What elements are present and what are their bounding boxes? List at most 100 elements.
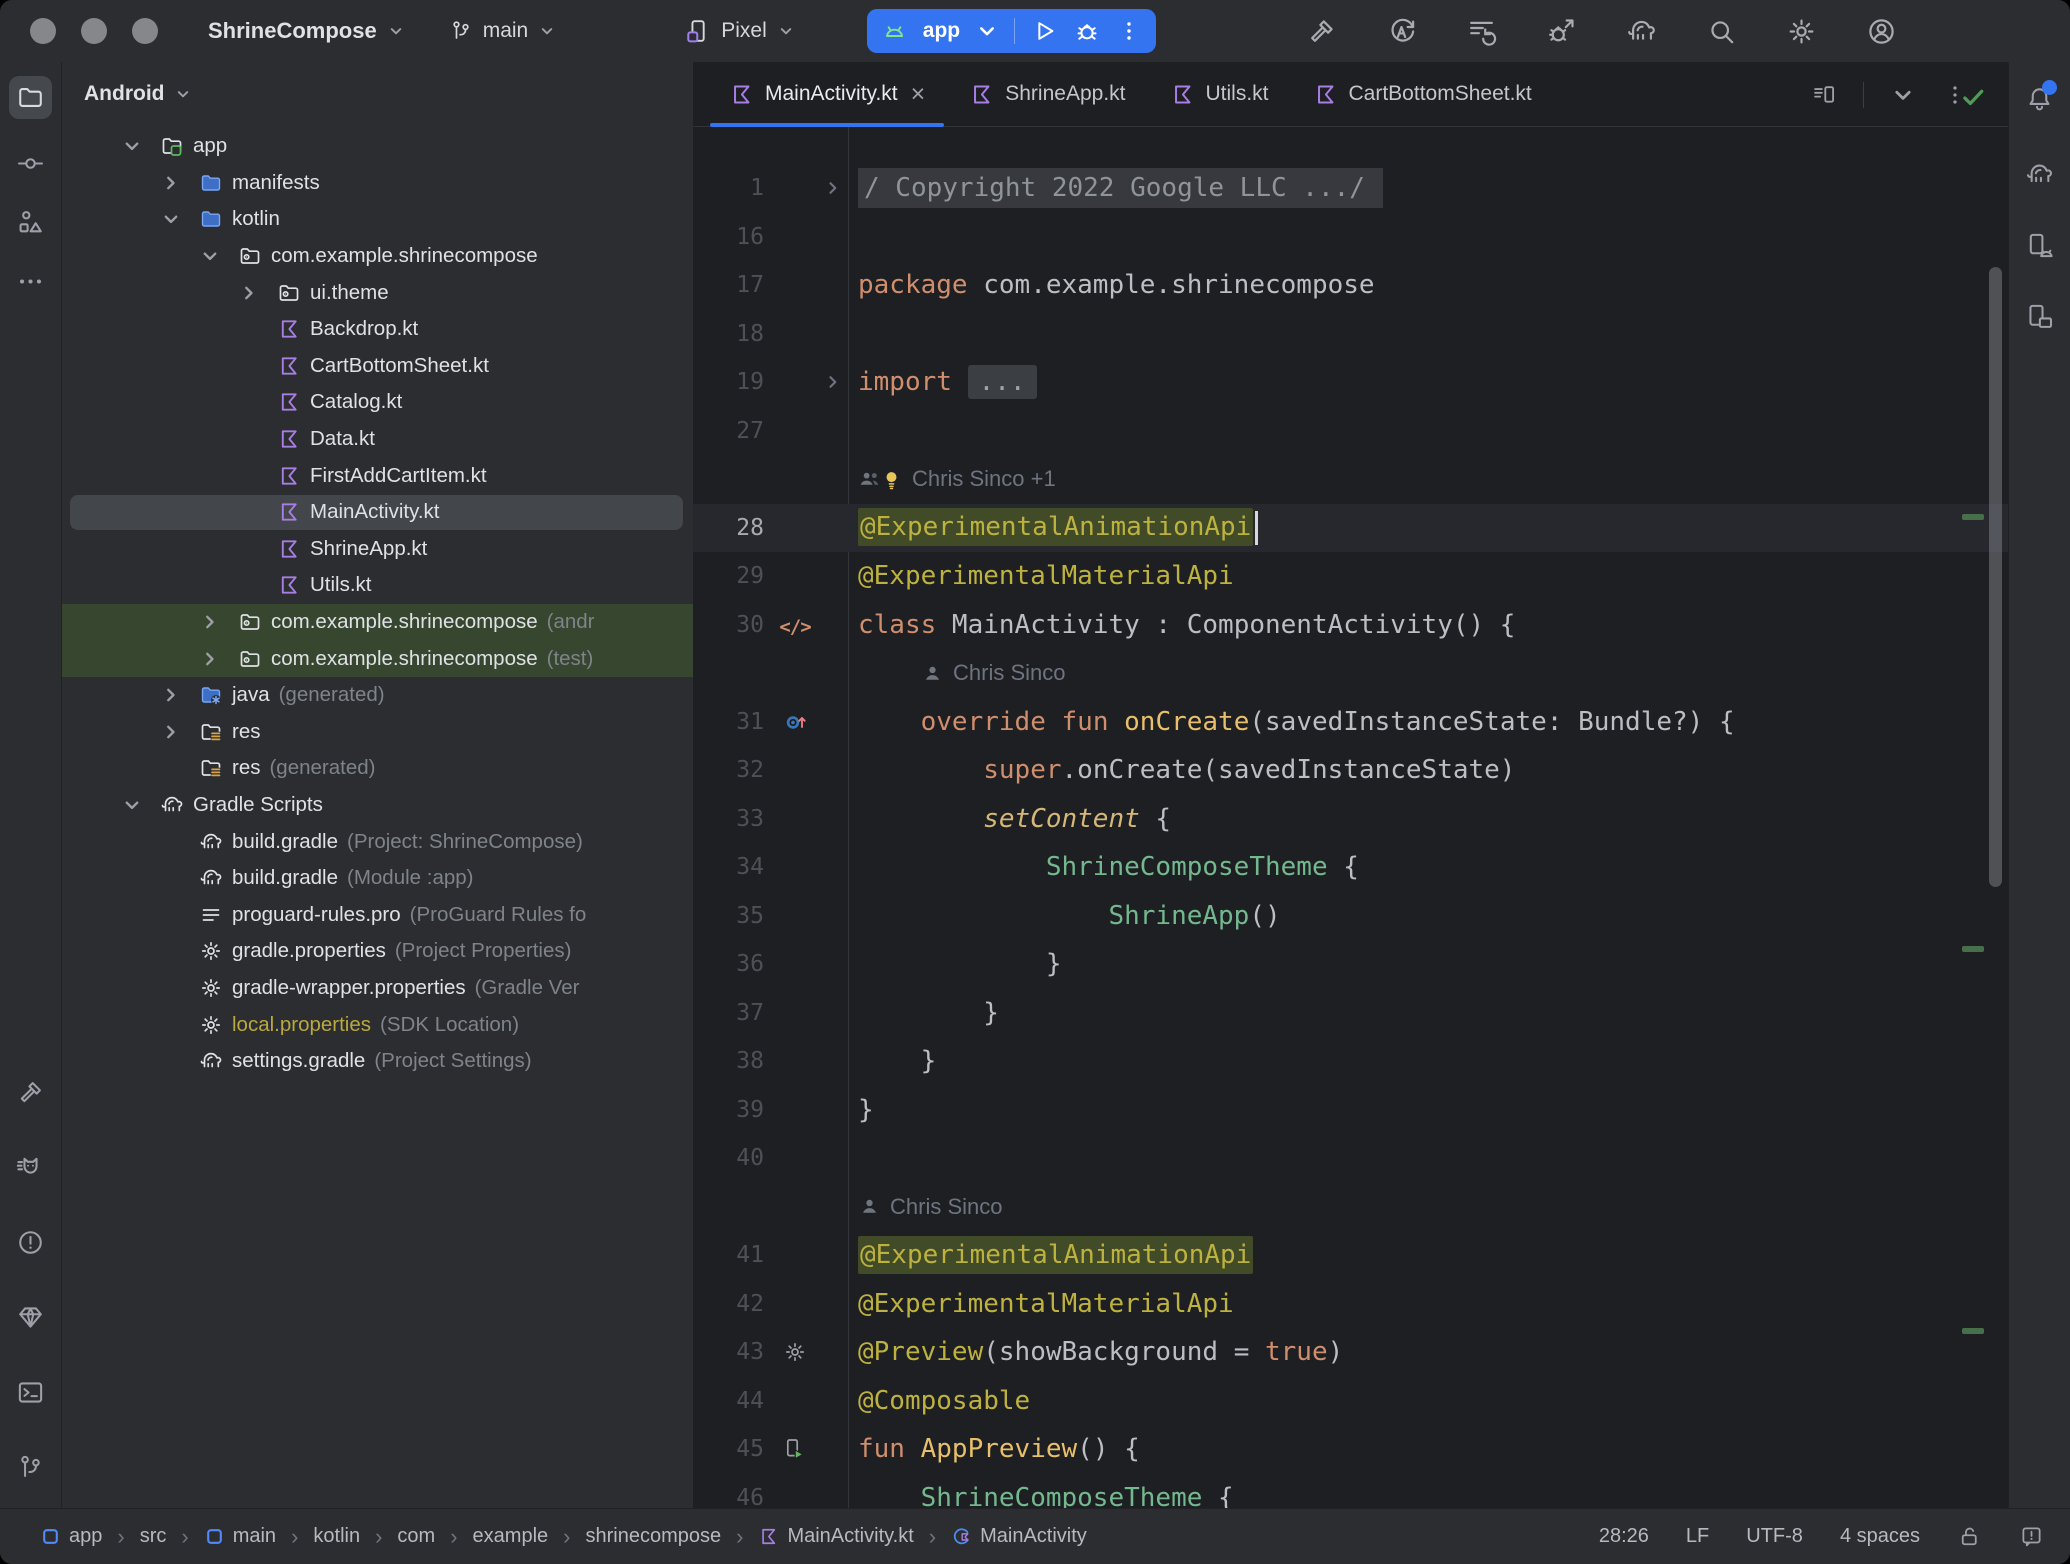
account-icon[interactable]: [1866, 16, 1897, 47]
breadcrumb-item-mainactivity-kt[interactable]: MainActivity.kt: [758, 1525, 913, 1548]
notifications-bell-icon[interactable]: [2025, 84, 2054, 118]
code-tag-icon[interactable]: </>: [779, 610, 810, 640]
line-number[interactable]: 28: [693, 515, 764, 541]
line-number[interactable]: 17: [693, 272, 764, 298]
build-hammer-icon[interactable]: [16, 1078, 45, 1107]
tab-cartbottomsheet-kt[interactable]: CartBottomSheet.kt: [1291, 62, 1554, 126]
project-view-selector[interactable]: Android: [62, 62, 693, 126]
minimize-window-button[interactable]: [81, 18, 107, 44]
tree-item-gradle-wrapper-properties[interactable]: gradle-wrapper.properties (Gradle Ver: [62, 970, 693, 1007]
tab-utils-kt[interactable]: Utils.kt: [1148, 62, 1291, 126]
code-line-37[interactable]: 37 }: [693, 989, 2008, 1038]
zoom-window-button[interactable]: [132, 18, 158, 44]
editor-scrollbar[interactable]: [1989, 267, 2002, 887]
tree-item-java[interactable]: java (generated): [62, 677, 693, 714]
line-number[interactable]: 19: [693, 369, 764, 395]
tab-list-chevron-icon[interactable]: [1890, 82, 1916, 108]
code-line-42[interactable]: 42 @ExperimentalMaterialApi: [693, 1280, 2008, 1329]
search-everywhere-icon[interactable]: [1706, 16, 1737, 47]
settings-gear-icon[interactable]: [1786, 16, 1817, 47]
line-number[interactable]: 34: [693, 854, 764, 880]
chevron-right-icon[interactable]: [238, 282, 260, 304]
tree-item-shrineapp-kt[interactable]: ShrineApp.kt: [62, 531, 693, 568]
line-number[interactable]: 44: [693, 1388, 764, 1414]
breadcrumb-item-mainactivity[interactable]: MainActivity: [951, 1525, 1087, 1548]
preview-settings-gear-icon[interactable]: [783, 1340, 807, 1364]
tree-item-app[interactable]: app: [62, 128, 693, 165]
line-number[interactable]: 30: [693, 612, 764, 638]
line-number[interactable]: 40: [693, 1145, 764, 1171]
structure-icon[interactable]: [16, 208, 45, 237]
code-line-30[interactable]: 30 </> class MainActivity : ComponentAct…: [693, 601, 2008, 650]
code-line-1[interactable]: 1 / Copyright 2022 Google LLC .../: [693, 164, 2008, 213]
code-line-45[interactable]: 45 fun AppPreview() {: [693, 1425, 2008, 1474]
breadcrumb-item-app[interactable]: app: [40, 1525, 102, 1548]
app-quality-insights-icon[interactable]: [16, 1303, 45, 1332]
line-number[interactable]: 18: [693, 321, 764, 347]
breadcrumb-item-com[interactable]: com: [397, 1525, 435, 1548]
run-configuration[interactable]: app: [923, 19, 960, 43]
commit-icon[interactable]: [16, 149, 45, 178]
chevron-right-icon[interactable]: [823, 178, 843, 198]
overrides-icon[interactable]: [783, 710, 807, 734]
chevron-right-icon[interactable]: [823, 372, 843, 392]
tree-item-build-gradle[interactable]: build.gradle (Project: ShrineCompose): [62, 823, 693, 860]
profiler-icon[interactable]: [1466, 16, 1497, 47]
device-manager-icon[interactable]: [2025, 231, 2054, 260]
attach-debugger-icon[interactable]: [1546, 16, 1577, 47]
tab-shrineapp-kt[interactable]: ShrineApp.kt: [947, 62, 1147, 126]
line-number[interactable]: 41: [693, 1242, 764, 1268]
encoding-widget[interactable]: UTF-8: [1746, 1525, 1803, 1548]
run-preview-icon[interactable]: [783, 1437, 807, 1461]
tree-item-res[interactable]: res (generated): [62, 750, 693, 787]
more-tool-windows-icon[interactable]: [16, 267, 45, 296]
caret-position-widget[interactable]: 28:26: [1599, 1525, 1649, 1548]
tree-item-utils-kt[interactable]: Utils.kt: [62, 567, 693, 604]
line-number[interactable]: 43: [693, 1339, 764, 1365]
gradle-elephant-icon[interactable]: [2025, 160, 2054, 189]
tree-item-settings-gradle[interactable]: settings.gradle (Project Settings): [62, 1043, 693, 1080]
line-number[interactable]: 37: [693, 1000, 764, 1026]
tree-expand-toggle[interactable]: [199, 648, 238, 670]
chevron-right-icon[interactable]: [160, 172, 182, 194]
code-line-46[interactable]: 46 ShrineComposeTheme {: [693, 1474, 2008, 1509]
tree-item-com-example-shrinecompose[interactable]: com.example.shrinecompose (andr: [62, 604, 693, 641]
code-line-40[interactable]: 40: [693, 1134, 2008, 1183]
code-line-39[interactable]: 39 }: [693, 1086, 2008, 1135]
line-number[interactable]: 31: [693, 709, 764, 735]
tree-item-com-example-shrinecompose[interactable]: com.example.shrinecompose (test): [62, 640, 693, 677]
tree-item-manifests[interactable]: manifests: [62, 165, 693, 202]
tree-item-kotlin[interactable]: kotlin: [62, 201, 693, 238]
indent-widget[interactable]: 4 spaces: [1840, 1525, 1920, 1548]
chevron-right-icon[interactable]: [199, 611, 221, 633]
tree-item-res[interactable]: res: [62, 714, 693, 751]
terminal-icon[interactable]: [16, 1378, 45, 1407]
code-line-35[interactable]: 35 ShrineApp(): [693, 892, 2008, 941]
code-line-17[interactable]: 17 package com.example.shrinecompose: [693, 261, 2008, 310]
tree-item-build-gradle[interactable]: build.gradle (Module :app): [62, 860, 693, 897]
logcat-cat-icon[interactable]: [16, 1153, 45, 1182]
line-number[interactable]: 36: [693, 951, 764, 977]
code-line-41[interactable]: 41 @ExperimentalAnimationApi: [693, 1231, 2008, 1280]
apply-changes-icon[interactable]: [1386, 16, 1417, 47]
inspections-ok-icon[interactable]: [1960, 84, 1986, 110]
tree-expand-toggle[interactable]: [121, 794, 160, 816]
line-number[interactable]: 29: [693, 563, 764, 589]
line-number[interactable]: 46: [693, 1485, 764, 1508]
code-editor[interactable]: 1 / Copyright 2022 Google LLC .../ 16 17…: [693, 127, 2008, 1508]
chevron-right-icon[interactable]: [199, 648, 221, 670]
tree-expand-toggle[interactable]: [199, 245, 238, 267]
tree-item-proguard-rules-pro[interactable]: proguard-rules.pro (ProGuard Rules fo: [62, 896, 693, 933]
tree-expand-toggle[interactable]: [160, 721, 199, 743]
tree-expand-toggle[interactable]: [199, 611, 238, 633]
line-number[interactable]: 45: [693, 1436, 764, 1462]
tree-item-cartbottomsheet-kt[interactable]: CartBottomSheet.kt: [62, 348, 693, 385]
debug-button[interactable]: [1073, 17, 1101, 45]
breadcrumb-item-example[interactable]: example: [473, 1525, 549, 1548]
line-number[interactable]: 16: [693, 224, 764, 250]
tab-mainactivity-kt[interactable]: MainActivity.kt ×: [707, 62, 947, 126]
line-separator-widget[interactable]: LF: [1686, 1525, 1709, 1548]
tree-item-catalog-kt[interactable]: Catalog.kt: [62, 384, 693, 421]
gradle-sync-icon[interactable]: [1626, 16, 1657, 47]
lock-icon[interactable]: [1957, 1524, 1982, 1549]
